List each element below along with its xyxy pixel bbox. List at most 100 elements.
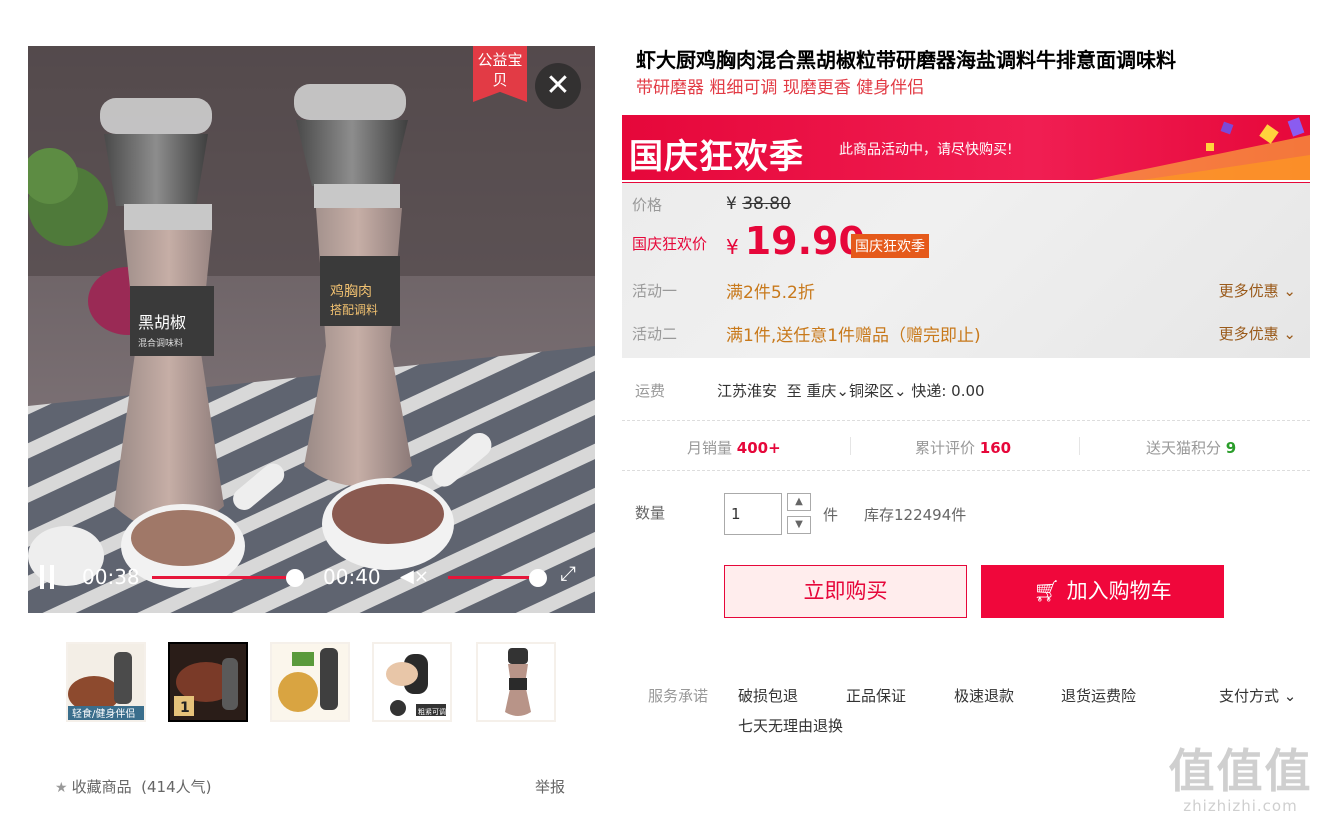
watermark-url: zhizhizhi.com bbox=[1183, 797, 1298, 815]
thumbnail[interactable]: 1 bbox=[168, 642, 248, 722]
banner-text: 此商品活动中，请尽快购买! bbox=[839, 142, 1013, 158]
service-item[interactable]: 正品保证 bbox=[846, 685, 906, 706]
progress-bar[interactable] bbox=[152, 576, 302, 579]
shipping-to-word: 至 bbox=[786, 382, 802, 400]
total-time: 00:40 bbox=[323, 565, 381, 589]
progress-knob[interactable] bbox=[285, 569, 304, 587]
chevron-down-icon: ⌄ bbox=[836, 382, 849, 400]
stat-label: 累计评价 bbox=[915, 439, 976, 457]
thumbnail[interactable] bbox=[476, 642, 556, 722]
favorite-button[interactable]: ★ 收藏商品 (414人气) bbox=[55, 776, 211, 797]
activity-text: 满1件,送任意1件赠品（赠完即止) bbox=[726, 326, 981, 346]
city-select[interactable]: 重庆⌄ bbox=[806, 382, 849, 400]
more-offers-link[interactable]: 更多优惠 ⌄ bbox=[1219, 323, 1296, 344]
thumbnail-image bbox=[272, 644, 348, 720]
jar-label-text: 搭配调料 bbox=[330, 303, 378, 317]
volume-knob[interactable] bbox=[529, 569, 547, 587]
monthly-sales: 月销量 400+ bbox=[687, 437, 781, 458]
activity-label: 活动二 bbox=[632, 325, 678, 343]
chevron-down-icon: ⌄ bbox=[1279, 687, 1297, 705]
fullscreen-icon[interactable]: ⤢ bbox=[560, 563, 576, 583]
promo-price-label: 国庆狂欢价 bbox=[632, 235, 708, 253]
thumbnail-caption: 轻食/健身伴侣 bbox=[72, 707, 135, 720]
tmall-points: 送天猫积分 9 bbox=[1146, 437, 1236, 458]
favorite-count: (414人气) bbox=[141, 778, 212, 796]
close-icon: ✕ bbox=[545, 68, 571, 103]
quantity-label: 数量 bbox=[635, 504, 666, 522]
review-count[interactable]: 累计评价 160 bbox=[915, 437, 1011, 458]
service-item[interactable]: 极速退款 bbox=[954, 685, 1014, 706]
chevron-down-icon: ⌄ bbox=[1278, 282, 1296, 300]
currency-symbol: ¥ bbox=[726, 194, 737, 214]
currency-symbol: ¥ bbox=[726, 235, 739, 259]
quantity-input[interactable]: 1 bbox=[724, 493, 782, 535]
divider bbox=[1079, 437, 1080, 455]
more-offers-link[interactable]: 更多优惠 ⌄ bbox=[1219, 280, 1296, 301]
stat-value: 400+ bbox=[736, 439, 781, 457]
service-item[interactable]: 破损包退 bbox=[738, 685, 798, 706]
express-fee: 快递: 0.00 bbox=[911, 382, 985, 400]
shipping-label: 运费 bbox=[635, 382, 666, 400]
stat-label: 送天猫积分 bbox=[1146, 439, 1222, 457]
report-link[interactable]: 举报 bbox=[535, 776, 565, 797]
thumbnail-image: 1 bbox=[170, 644, 246, 720]
volume-bar[interactable] bbox=[448, 576, 538, 579]
add-to-cart-button[interactable]: 🛒︎ 加入购物车 bbox=[981, 565, 1224, 618]
divider bbox=[850, 437, 851, 455]
chevron-up-icon: ▲ bbox=[795, 496, 803, 507]
cart-icon: 🛒︎ bbox=[1033, 579, 1067, 603]
jar-label-text: 鸡胸肉 bbox=[330, 283, 372, 300]
site-watermark: 值值值 zhizhizhi.com bbox=[1168, 745, 1313, 823]
stat-value: 9 bbox=[1225, 439, 1237, 457]
increase-button[interactable]: ▲ bbox=[787, 493, 811, 511]
original-price: ¥ 38.80 bbox=[726, 194, 791, 214]
stat-label: 月销量 bbox=[687, 439, 733, 457]
thumbnail-image: 轻食/健身伴侣 bbox=[68, 644, 144, 720]
thumbnail-image bbox=[478, 644, 554, 720]
shipping-from: 江苏淮安 bbox=[717, 382, 778, 400]
thumbnail[interactable] bbox=[270, 642, 350, 722]
video-controls: 00:38 00:40 ◀× ⤢ bbox=[28, 543, 595, 613]
stats-row: 月销量 400+ 累计评价 160 送天猫积分 9 bbox=[622, 420, 1310, 471]
banner-title: 国庆狂欢季 bbox=[629, 137, 804, 177]
jar-label-text: 黑胡椒 bbox=[138, 313, 186, 332]
watermark-logo: 值值值 bbox=[1168, 744, 1313, 798]
promo-price: ¥19.90 bbox=[726, 219, 865, 263]
quantity-unit: 件 bbox=[823, 506, 839, 524]
city-value: 重庆 bbox=[806, 382, 837, 400]
original-price-value: 38.80 bbox=[742, 194, 791, 214]
star-icon: ★ bbox=[55, 780, 68, 796]
district-value: 铜梁区 bbox=[848, 382, 894, 400]
current-time: 00:38 bbox=[82, 565, 140, 589]
promo-tag: 国庆狂欢季 bbox=[851, 234, 929, 258]
district-select[interactable]: 铜梁区⌄ bbox=[849, 382, 907, 400]
product-video[interactable]: 黑胡椒 混合调味料 鸡胸肉 搭配调料 公益宝贝 ✕ 00:38 00:40 ◀×… bbox=[28, 46, 595, 613]
chevron-down-icon: ⌄ bbox=[893, 382, 907, 400]
activity-text: 满2件5.2折 bbox=[726, 283, 815, 303]
thumbnail-image: 粗紧可调 bbox=[374, 644, 450, 720]
shipping-info: 江苏淮安 至 重庆⌄铜梁区⌄ 快递: 0.00 bbox=[717, 380, 985, 401]
shipping-row: 运费 江苏淮安 至 重庆⌄铜梁区⌄ 快递: 0.00 bbox=[635, 380, 985, 401]
more-offers-label: 更多优惠 bbox=[1218, 325, 1279, 343]
service-label: 服务承诺 bbox=[648, 687, 709, 705]
chevron-down-icon: ▼ bbox=[795, 519, 803, 530]
thumbnail[interactable]: 粗紧可调 bbox=[372, 642, 452, 722]
payment-methods-dropdown[interactable]: 支付方式 ⌄ bbox=[1219, 685, 1296, 706]
promo-banner: 国庆狂欢季 此商品活动中，请尽快购买! bbox=[622, 115, 1310, 180]
add-to-cart-label: 加入购物车 bbox=[1066, 579, 1172, 603]
mute-icon[interactable]: ◀× bbox=[400, 567, 429, 587]
chevron-down-icon: ⌄ bbox=[1278, 325, 1296, 343]
pause-icon[interactable] bbox=[40, 565, 56, 589]
close-video-button[interactable]: ✕ bbox=[535, 63, 581, 109]
product-title: 虾大厨鸡胸肉混合黑胡椒粒带研磨器海盐调料牛排意面调味料 bbox=[636, 48, 1176, 72]
service-item[interactable]: 退货运费险 bbox=[1061, 685, 1136, 706]
buy-now-button[interactable]: 立即购买 bbox=[724, 565, 967, 618]
thumbnail[interactable]: 轻食/健身伴侣 bbox=[66, 642, 146, 722]
decrease-button[interactable]: ▼ bbox=[787, 516, 811, 534]
product-page: 黑胡椒 混合调味料 鸡胸肉 搭配调料 公益宝贝 ✕ 00:38 00:40 ◀×… bbox=[0, 0, 1321, 829]
price-label: 价格 bbox=[632, 196, 663, 214]
product-subtitle: 带研磨器 粗细可调 现磨更香 健身伴侣 bbox=[636, 78, 925, 98]
promo-price-value: 19.90 bbox=[744, 219, 865, 263]
jar-label-text: 混合调味料 bbox=[138, 337, 183, 349]
service-item[interactable]: 七天无理由退换 bbox=[738, 715, 843, 736]
